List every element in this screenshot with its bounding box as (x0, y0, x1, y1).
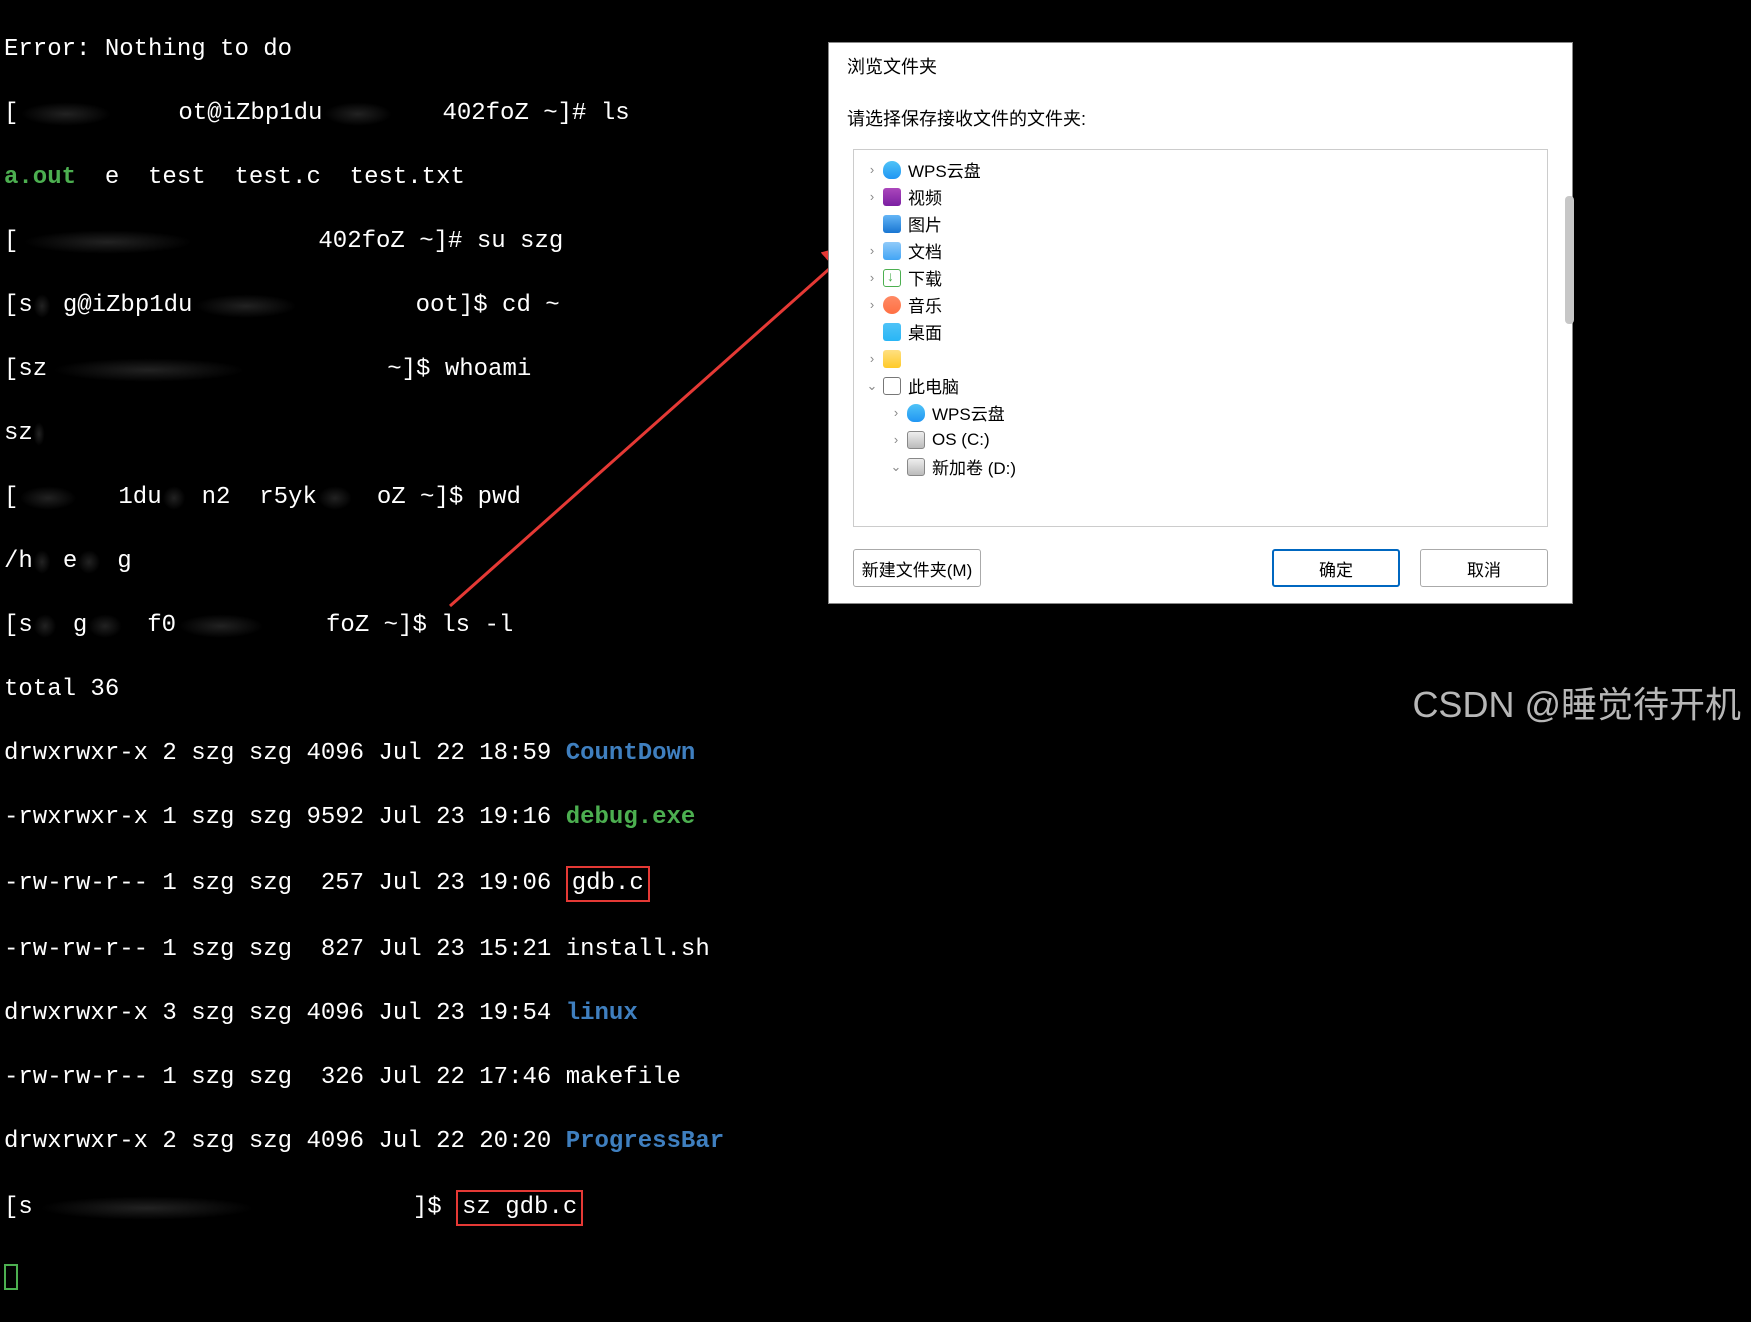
video-icon (882, 187, 902, 207)
cursor-icon (4, 1264, 18, 1290)
highlight-gdbc: gdb.c (566, 866, 650, 902)
watermark: CSDN @睡觉待开机 (1412, 676, 1741, 728)
term-line: [s g@iZbp1du oot]$ cd ~ (4, 290, 826, 322)
chevron-right-icon[interactable]: › (864, 297, 880, 312)
ls-row: drwxrwxr-x 3 szg szg 4096 Jul 23 19:54 l… (4, 998, 826, 1030)
folder-tree[interactable]: › WPS云盘 › 视频图片 › 文档 › 下载 › 音乐桌面 › ⌄ 此电脑 › WPS云盘 › OS (C:… (853, 149, 1548, 527)
ls-row: -rw-rw-r-- 1 szg szg 326 Jul 22 17:46 ma… (4, 1062, 826, 1094)
ls-row: -rw-rw-r-- 1 szg szg 827 Jul 23 15:21 in… (4, 934, 826, 966)
term-line: [ 402foZ ~]# su szg (4, 226, 826, 258)
tree-item-label: WPS云盘 (908, 157, 981, 182)
prompt-line: [s ]$ sz gdb.c (4, 1190, 826, 1226)
term-line: [s g f0 foZ ~]$ ls -l (4, 610, 826, 642)
tree-item-label: 此电脑 (908, 373, 959, 398)
dialog-title: 浏览文件夹 (829, 43, 1572, 87)
doc-icon (882, 241, 902, 261)
tree-item-label: 音乐 (908, 292, 942, 317)
tree-item-label: 新加卷 (D:) (932, 454, 1016, 479)
tree-item[interactable]: › WPS云盘 (854, 156, 1547, 183)
image-icon (882, 214, 902, 234)
dir-countdown: CountDown (566, 740, 696, 767)
folder-icon (882, 349, 902, 369)
term-line: /h e g (4, 546, 826, 578)
ok-button[interactable]: 确定 (1272, 549, 1400, 587)
tree-item-label: WPS云盘 (932, 400, 1005, 425)
tree-item[interactable]: ⌄ 此电脑 (854, 372, 1547, 399)
tree-item[interactable]: › 下载 (854, 264, 1547, 291)
cloud-icon (882, 160, 902, 180)
file-debugexe: debug.exe (566, 804, 696, 831)
cursor-line (4, 1258, 826, 1290)
ls-row: -rw-rw-r-- 1 szg szg 257 Jul 23 19:06 gd… (4, 866, 826, 902)
term-line: total 36 (4, 674, 826, 706)
chevron-down-icon[interactable]: ⌄ (888, 459, 904, 475)
desktop-icon (882, 322, 902, 342)
cloud-icon (906, 403, 926, 423)
pc-icon (882, 376, 902, 396)
chevron-right-icon[interactable]: › (864, 351, 880, 366)
tree-item-label: OS (C:) (932, 430, 990, 450)
chevron-right-icon[interactable]: › (888, 432, 904, 447)
tree-item[interactable]: › 视频 (854, 183, 1547, 210)
term-line: a.out e test test.c test.txt (4, 162, 826, 194)
ls-row: drwxrwxr-x 2 szg szg 4096 Jul 22 20:20 P… (4, 1126, 826, 1158)
ls-row: -rwxrwxr-x 1 szg szg 9592 Jul 23 19:16 d… (4, 802, 826, 834)
cancel-button[interactable]: 取消 (1420, 549, 1548, 587)
ls-row: drwxrwxr-x 2 szg szg 4096 Jul 22 18:59 C… (4, 738, 826, 770)
tree-item[interactable]: › (854, 345, 1547, 372)
tree-item[interactable]: › 文档 (854, 237, 1547, 264)
term-line: Error: Nothing to do (4, 34, 826, 66)
disk-icon (906, 430, 926, 450)
browse-folder-dialog: 浏览文件夹 请选择保存接收文件的文件夹: › WPS云盘 › 视频图片 › 文档 › 下载 › 音… (828, 42, 1573, 604)
term-line: [ ot@iZbp1du 402foZ ~]# ls (4, 98, 826, 130)
tree-item-label: 下载 (908, 265, 942, 290)
tree-item-label: 视频 (908, 184, 942, 209)
file-aout: a.out (4, 164, 76, 191)
tree-item[interactable]: ⌄ 新加卷 (D:) (854, 453, 1547, 480)
tree-item[interactable]: 桌面 (854, 318, 1547, 345)
chevron-right-icon[interactable]: › (864, 189, 880, 204)
dialog-instruction: 请选择保存接收文件的文件夹: (829, 87, 1572, 145)
tree-item-label: 文档 (908, 238, 942, 263)
chevron-right-icon[interactable]: › (864, 270, 880, 285)
highlight-command: sz gdb.c (456, 1190, 583, 1226)
tree-item[interactable]: 图片 (854, 210, 1547, 237)
scrollbar-thumb[interactable] (1565, 196, 1574, 324)
chevron-right-icon[interactable]: › (864, 243, 880, 258)
dialog-button-row: 新建文件夹(M) 确定 取消 (829, 539, 1572, 603)
tree-item[interactable]: › WPS云盘 (854, 399, 1547, 426)
term-line: sz (4, 418, 826, 450)
terminal: Error: Nothing to do [ ot@iZbp1du 402foZ… (0, 0, 830, 732)
tree-item[interactable]: › 音乐 (854, 291, 1547, 318)
music-icon (882, 295, 902, 315)
tree-item-label: 桌面 (908, 319, 942, 344)
disk-icon (906, 457, 926, 477)
chevron-down-icon[interactable]: ⌄ (864, 378, 880, 394)
dir-progressbar: ProgressBar (566, 1128, 724, 1155)
new-folder-button[interactable]: 新建文件夹(M) (853, 549, 981, 587)
term-line: [sz ~]$ whoami (4, 354, 826, 386)
chevron-right-icon[interactable]: › (888, 405, 904, 420)
download-icon (882, 268, 902, 288)
dir-linux: linux (566, 1000, 638, 1027)
term-line: [ 1du n2 r5yk oZ ~]$ pwd (4, 482, 826, 514)
tree-item-label: 图片 (908, 211, 942, 236)
chevron-right-icon[interactable]: › (864, 162, 880, 177)
tree-item[interactable]: › OS (C:) (854, 426, 1547, 453)
